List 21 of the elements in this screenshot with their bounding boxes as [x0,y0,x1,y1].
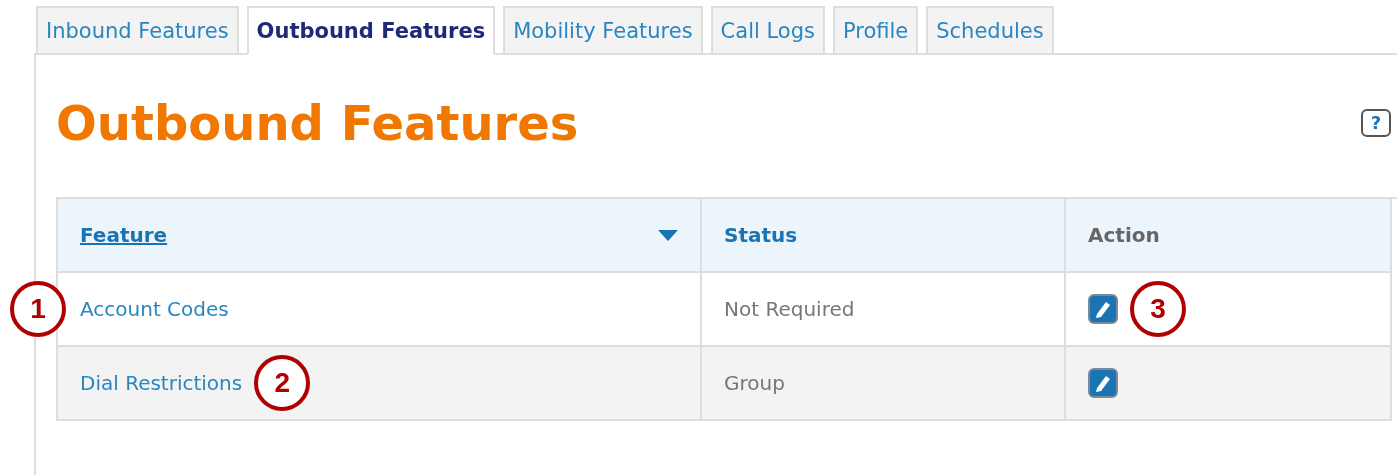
callout-number: 1 [10,281,66,337]
callout-number: 2 [254,355,311,411]
edit-icon[interactable] [1088,368,1118,398]
tab[interactable]: Profile [832,6,919,55]
tab[interactable]: Outbound Features [246,6,496,55]
feature-link[interactable]: Account Codes [80,297,229,321]
page-title: Outbound Features [56,99,579,147]
tab[interactable]: Mobility Features [503,6,703,55]
column-header: Action [1066,199,1392,273]
tab[interactable]: Schedules [926,6,1054,55]
status-text: Group [724,371,785,395]
status-text: Not Required [724,297,855,321]
column-header: Status [702,199,1066,273]
help-button[interactable]: ? [1361,109,1391,137]
callout-number: 3 [1130,281,1186,337]
tab[interactable]: Call Logs [710,6,825,55]
sort-caret-icon[interactable] [658,229,678,241]
feature-link[interactable]: Dial Restrictions [80,371,243,395]
column-header[interactable]: Feature [58,199,702,273]
edit-icon[interactable] [1088,294,1118,324]
tab[interactable]: Inbound Features [36,6,239,55]
